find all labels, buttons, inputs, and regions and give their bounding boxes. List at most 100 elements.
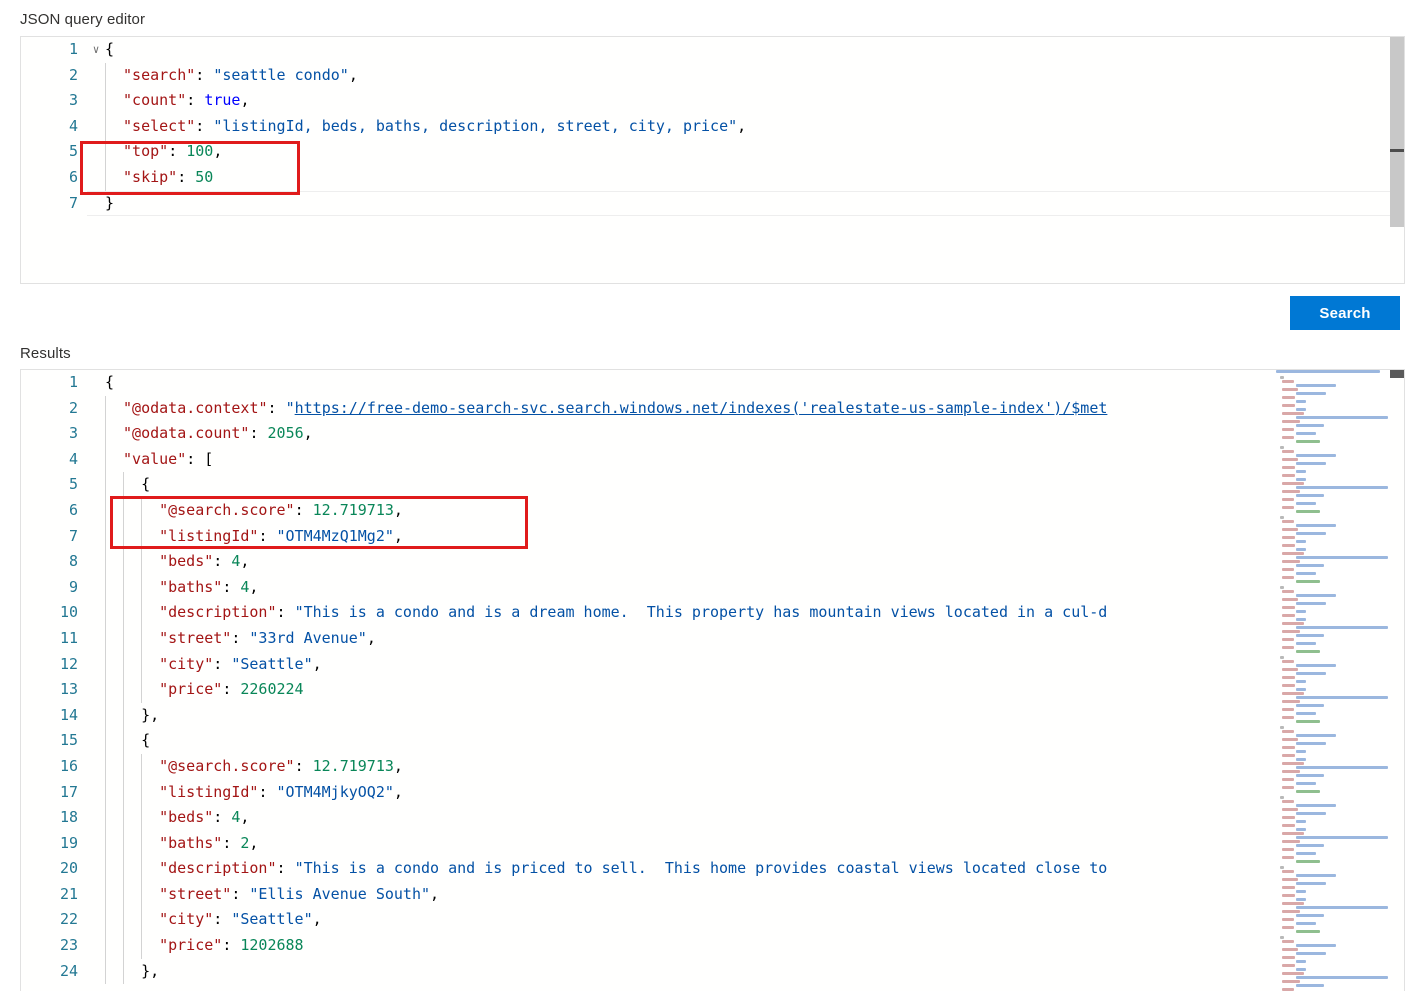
minimap-line: [1282, 404, 1295, 407]
code-line[interactable]: 2 "search": "seattle condo",: [21, 63, 1404, 89]
code-line[interactable]: 13 "price": 2260224: [21, 677, 1404, 703]
code-line[interactable]: 11 "street": "33rd Avenue",: [21, 626, 1404, 652]
code-line[interactable]: 14 },: [21, 703, 1404, 729]
code-line[interactable]: 22 "city": "Seattle",: [21, 907, 1404, 933]
minimap-line: [1296, 580, 1320, 583]
minimap-line: [1296, 758, 1306, 761]
code-line[interactable]: 5 {: [21, 472, 1404, 498]
minimap-line: [1296, 540, 1306, 543]
code-line[interactable]: 6 "skip": 50: [21, 165, 1404, 191]
minimap-line: [1296, 400, 1306, 403]
code-token: :: [186, 91, 204, 109]
code-line[interactable]: 23 "price": 1202688: [21, 933, 1404, 959]
code-line[interactable]: 21 "street": "Ellis Avenue South",: [21, 882, 1404, 908]
code-line-content: "baths": 2,: [105, 831, 1404, 857]
json-editor-scrollbar-thumb[interactable]: [1390, 37, 1404, 227]
code-token: "value": [123, 450, 186, 468]
minimap-line: [1282, 660, 1294, 663]
code-line[interactable]: 1{: [21, 370, 1404, 396]
line-number: 3: [21, 88, 87, 114]
code-line[interactable]: 6 "@search.score": 12.719713,: [21, 498, 1404, 524]
code-token: ,: [430, 885, 439, 903]
code-token: 2260224: [240, 680, 303, 698]
code-line[interactable]: 16 "@search.score": 12.719713,: [21, 754, 1404, 780]
code-line[interactable]: 7}: [21, 191, 1404, 217]
code-line[interactable]: 9 "baths": 4,: [21, 575, 1404, 601]
code-line[interactable]: 10 "description": "This is a condo and i…: [21, 600, 1404, 626]
code-token: :: [268, 399, 286, 417]
minimap-record: [1270, 794, 1390, 863]
code-line[interactable]: 19 "baths": 2,: [21, 831, 1404, 857]
code-token: "Ellis Avenue South": [249, 885, 430, 903]
indent-guide: [105, 447, 123, 473]
minimap-line: [1296, 782, 1316, 785]
minimap-line: [1296, 650, 1320, 653]
json-query-editor[interactable]: 1∨{2 "search": "seattle condo",3 "count"…: [20, 36, 1405, 284]
minimap-line: [1296, 626, 1388, 629]
minimap-line: [1296, 594, 1336, 597]
minimap-line: [1296, 462, 1326, 465]
code-line[interactable]: 12 "city": "Seattle",: [21, 652, 1404, 678]
results-code[interactable]: 1{2 "@odata.context": "https://free-demo…: [21, 370, 1404, 991]
code-line-content: "@odata.context": "https://free-demo-sea…: [105, 396, 1404, 422]
code-line-content: "listingId": "OTM4MjkyOQ2",: [105, 780, 1404, 806]
minimap-line: [1282, 746, 1295, 749]
minimap-line: [1296, 984, 1324, 987]
minimap-line: [1296, 712, 1316, 715]
code-line[interactable]: 8 "beds": 4,: [21, 549, 1404, 575]
minimap-line: [1296, 944, 1336, 947]
search-button[interactable]: Search: [1290, 296, 1400, 330]
code-line-content: },: [105, 959, 1404, 985]
minimap-line: [1280, 656, 1284, 659]
chevron-down-icon[interactable]: ∨: [87, 44, 105, 55]
code-token: "price": [159, 936, 222, 954]
minimap-line: [1282, 708, 1294, 711]
results-minimap[interactable]: [1270, 370, 1390, 991]
indent-guide: [141, 549, 159, 575]
code-line[interactable]: 20 "description": "This is a condo and i…: [21, 856, 1404, 882]
results-editor[interactable]: 1{2 "@odata.context": "https://free-demo…: [20, 369, 1405, 991]
json-editor-scrollbar[interactable]: [1390, 37, 1404, 283]
code-line[interactable]: 3 "@odata.count": 2056,: [21, 421, 1404, 447]
minimap-line: [1296, 790, 1320, 793]
code-line[interactable]: 4 "select": "listingId, beds, baths, des…: [21, 114, 1404, 140]
minimap-line: [1296, 742, 1326, 745]
code-line-content: "skip": 50: [105, 165, 1404, 191]
code-line[interactable]: 7 "listingId": "OTM4MzQ1Mg2",: [21, 524, 1404, 550]
indent-guide: [141, 524, 159, 550]
minimap-line: [1282, 482, 1304, 485]
json-query-code[interactable]: 1∨{2 "search": "seattle condo",3 "count"…: [21, 37, 1404, 283]
results-editor-scrollbar[interactable]: [1390, 370, 1404, 991]
code-line[interactable]: 5 "top": 100,: [21, 139, 1404, 165]
code-line[interactable]: 15 {: [21, 728, 1404, 754]
code-line[interactable]: 4 "value": [: [21, 447, 1404, 473]
line-number: 14: [21, 703, 87, 729]
code-line[interactable]: 17 "listingId": "OTM4MjkyOQ2",: [21, 780, 1404, 806]
code-line[interactable]: 1∨{: [21, 37, 1404, 63]
minimap-line: [1296, 860, 1320, 863]
indent-guide: [105, 805, 123, 831]
results-editor-scrollbar-thumb[interactable]: [1390, 370, 1404, 378]
indent-guide: [123, 754, 141, 780]
minimap-line: [1282, 428, 1294, 431]
minimap-line: [1282, 520, 1294, 523]
code-token: "description": [159, 859, 276, 877]
minimap-line: [1296, 556, 1388, 559]
code-token: "description": [159, 603, 276, 621]
code-line[interactable]: 18 "beds": 4,: [21, 805, 1404, 831]
indent-guide: [141, 907, 159, 933]
code-token: "OTM4MzQ1Mg2": [277, 527, 394, 545]
code-line[interactable]: 3 "count": true,: [21, 88, 1404, 114]
minimap-line: [1282, 498, 1294, 501]
indent-guide: [141, 652, 159, 678]
code-line[interactable]: 24 },: [21, 959, 1404, 985]
indent-guide: [141, 677, 159, 703]
code-line[interactable]: 2 "@odata.context": "https://free-demo-s…: [21, 396, 1404, 422]
code-token[interactable]: https://free-demo-search-svc.search.wind…: [295, 399, 1108, 417]
code-line-content: {: [105, 728, 1404, 754]
minimap-line: [1296, 432, 1316, 435]
minimap-line: [1282, 506, 1294, 509]
code-line-content: "@search.score": 12.719713,: [105, 498, 1404, 524]
line-number: 3: [21, 421, 87, 447]
code-token: "beds": [159, 808, 213, 826]
